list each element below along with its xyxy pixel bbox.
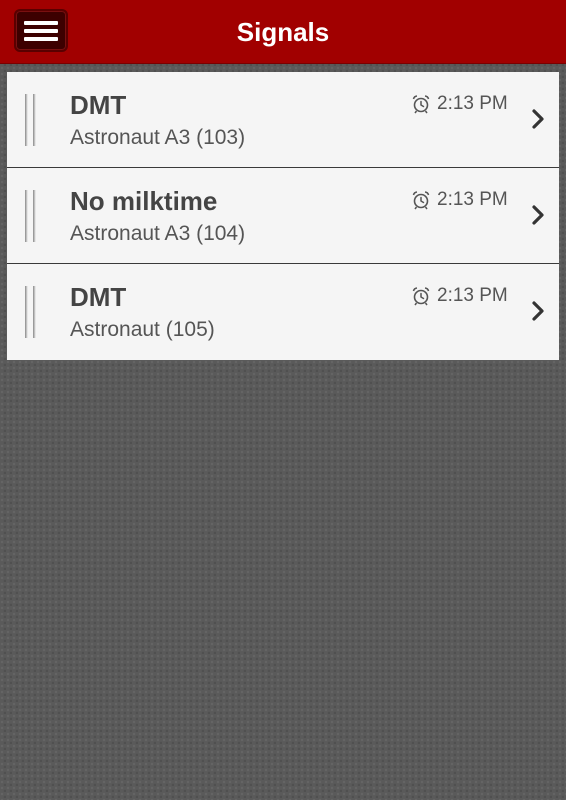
signal-subtitle: Astronaut A3 (103)	[70, 126, 246, 149]
signal-time: 2:13 PM	[437, 93, 508, 114]
signal-time: 2:13 PM	[437, 285, 508, 306]
chevron-right-icon	[532, 109, 544, 129]
signal-title: DMT	[70, 282, 127, 312]
signal-subtitle: Astronaut A3 (104)	[70, 222, 246, 245]
chevron-right-icon	[532, 205, 544, 225]
alarm-clock-icon	[412, 287, 430, 306]
signal-row[interactable]: DMT Astronaut (105) 2:13 PM	[7, 264, 559, 360]
signal-subtitle: Astronaut (105)	[70, 318, 215, 341]
signals-list: DMT Astronaut A3 (103) 2:13 PM No milkti…	[7, 72, 559, 360]
signal-title: DMT	[70, 90, 127, 120]
signal-time: 2:13 PM	[437, 189, 508, 210]
alarm-clock-icon	[412, 95, 430, 114]
signal-title: No milktime	[70, 186, 218, 216]
top-app-bar: Signals	[0, 0, 566, 64]
drag-handle-icon[interactable]	[25, 190, 39, 242]
alarm-clock-icon	[412, 191, 430, 210]
chevron-right-icon	[532, 301, 544, 321]
signal-row[interactable]: No milktime Astronaut A3 (104) 2:13 PM	[7, 168, 559, 264]
signal-row[interactable]: DMT Astronaut A3 (103) 2:13 PM	[7, 72, 559, 168]
drag-handle-icon[interactable]	[25, 286, 39, 338]
page-title: Signals	[236, 17, 330, 47]
drag-handle-icon[interactable]	[25, 94, 39, 146]
